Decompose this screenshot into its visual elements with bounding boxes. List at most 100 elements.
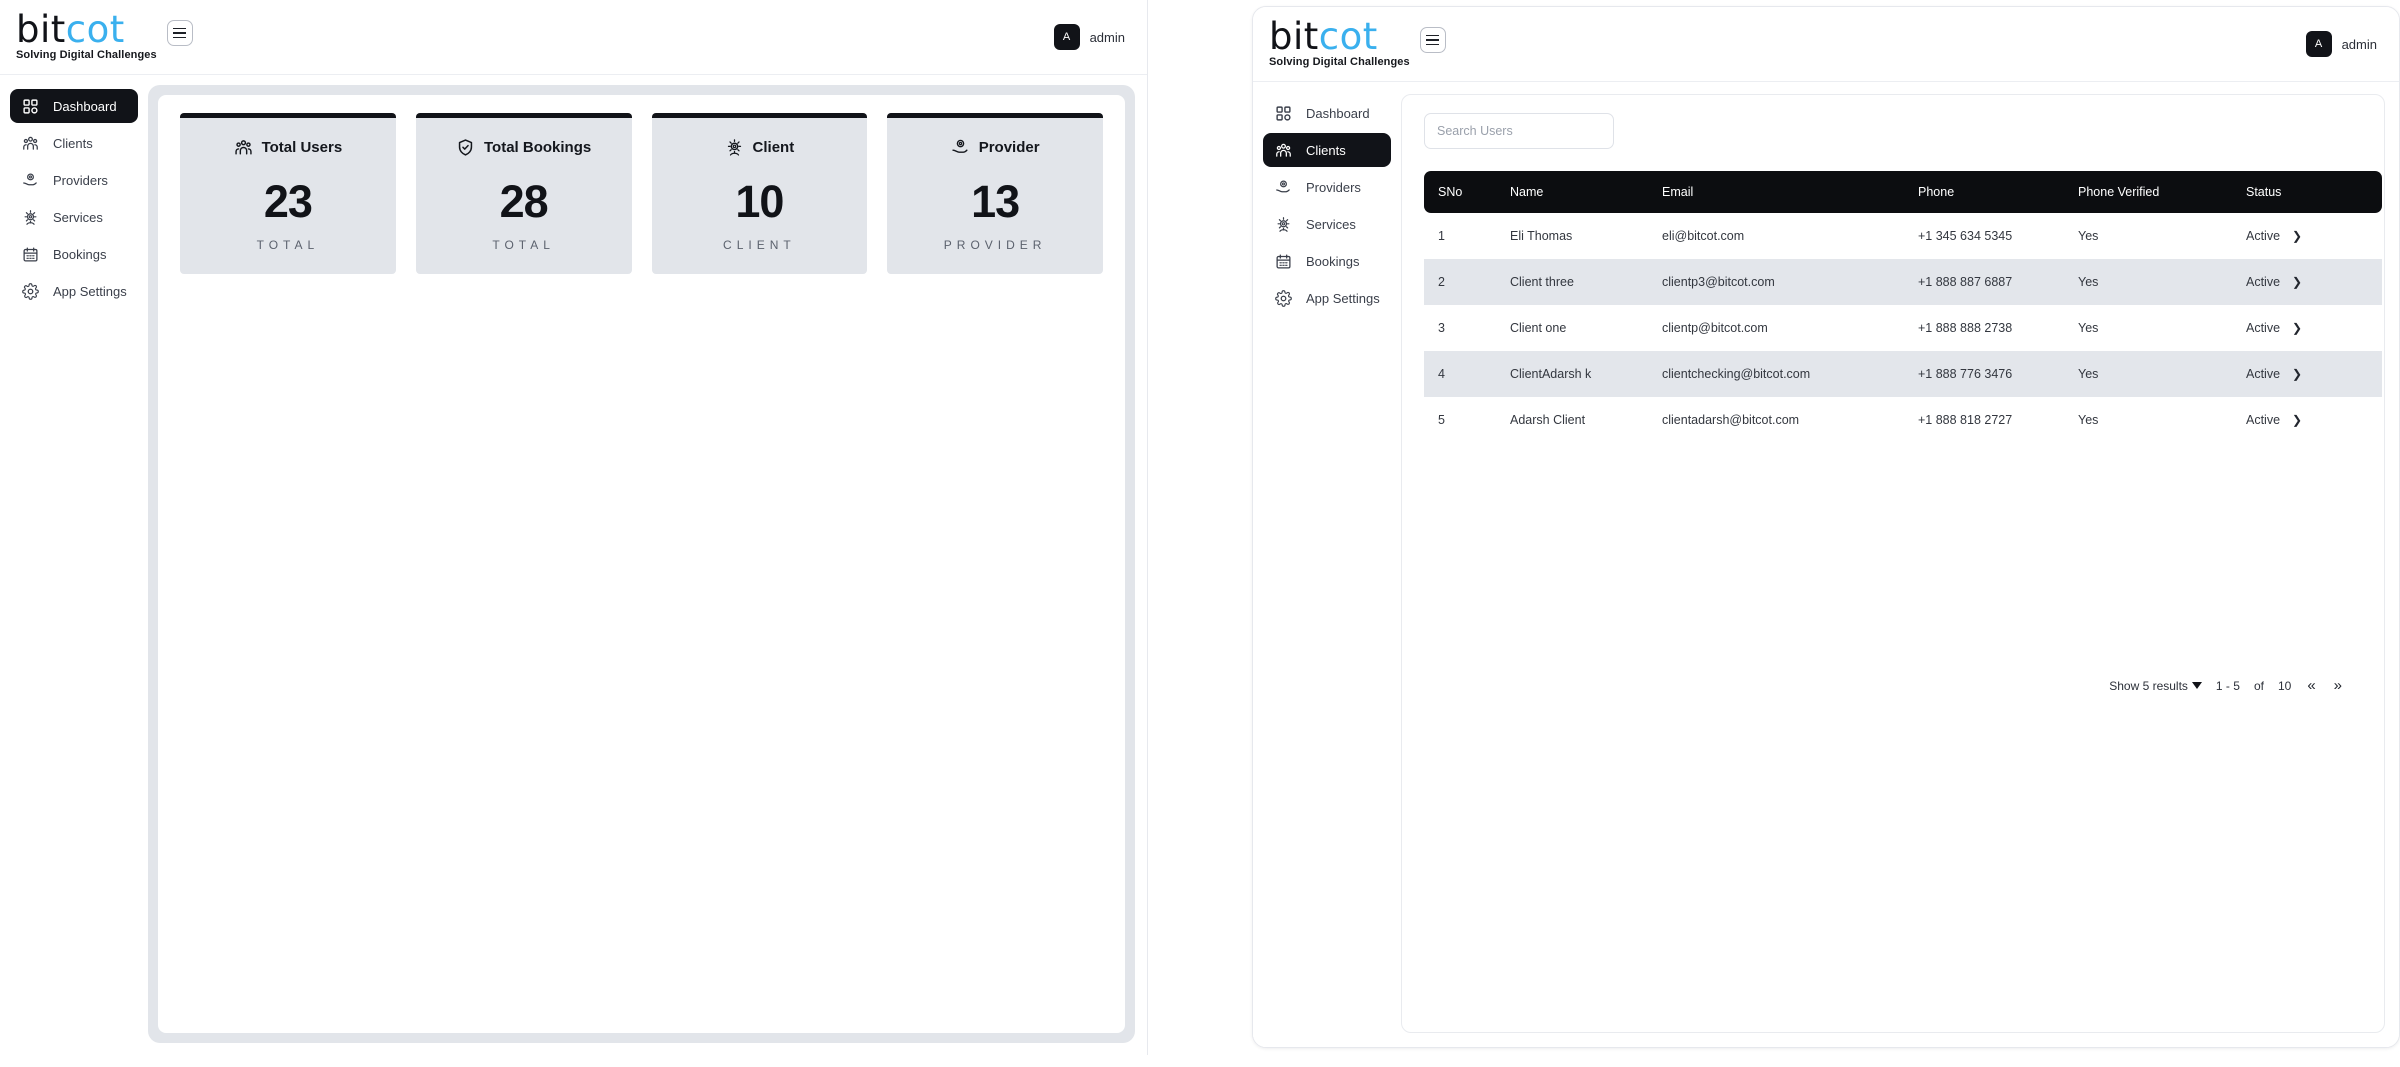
brand-logo: bitcot Solving Digital Challenges [1269,18,1410,68]
column-header-status[interactable]: Status [2232,171,2382,213]
chevron-right-icon[interactable]: ❯ [2292,367,2302,381]
sidebar-item-providers[interactable]: Providers [10,163,138,197]
user-menu[interactable]: A admin [2305,31,2377,57]
chevron-right-icon[interactable]: ❯ [2292,229,2302,243]
clients-body: Dashboard Clients Providers Services Boo [1253,82,2399,1047]
shield-check-icon [458,139,473,156]
sidebar-item-clients[interactable]: Clients [10,126,138,160]
next-page-button[interactable]: » [2332,677,2344,694]
sidebar-item-label: Providers [1306,179,1361,195]
rows-per-page-dropdown[interactable]: Show 5 results [2109,679,2202,693]
calendar-icon [23,246,38,262]
users-panel: SNo Name Email Phone Phone Verified Stat… [1401,94,2385,1033]
column-header-sno[interactable]: SNo [1424,171,1496,213]
sidebar-item-dashboard[interactable]: Dashboard [10,89,138,123]
cell-name: Eli Thomas [1510,229,1573,243]
cell-status: Active ❯ [2232,259,2382,305]
cell-sno: 5 [1438,413,1445,427]
cell-email: clientadarsh@bitcot.com [1662,413,1800,427]
status-badge: Active [2246,321,2281,335]
sidebar-item-label: Dashboard [53,98,117,114]
sidebar-item-label: Clients [1306,142,1346,158]
cell-status: Active ❯ [2232,213,2382,259]
chevron-right-icon[interactable]: ❯ [2292,275,2302,289]
user-menu[interactable]: A admin [1053,24,1125,50]
hamburger-icon[interactable] [1419,27,1446,53]
status-badge: Active [2246,275,2281,289]
gear-icon [22,282,39,300]
column-header-email[interactable]: Email [1648,171,1904,213]
cell-phone-verified: Yes [2078,229,2099,243]
sidebar-item-app-settings[interactable]: App Settings [10,274,138,308]
column-header-phone-verified[interactable]: Phone Verified [2064,171,2232,213]
grid-icon [23,98,38,114]
stat-card-title: Client [752,139,795,156]
dashboard-body: Dashboard Clients Providers Services Boo [0,75,1147,1055]
gear-people-icon [1277,216,1290,232]
search-input[interactable] [1424,113,1614,149]
provider-hand-icon [1276,179,1290,192]
status-badge: Active [2246,413,2281,427]
brand-logo: bitcot Solving Digital Challenges [16,11,157,61]
table-row[interactable]: 2 Client three clientp3@bitcot.com +1 88… [1424,259,2382,305]
sidebar-item-label: App Settings [53,283,127,299]
sidebar-item-services[interactable]: Services [10,200,138,234]
stat-card-header: Total Users [190,138,386,157]
sidebar-item-label: Services [53,209,103,225]
sidebar-item-services[interactable]: Services [1263,207,1391,241]
stat-card-total-users: Total Users 23 TOTAL [180,113,396,274]
stat-card-value: 23 [263,176,313,227]
stat-card-value: 10 [735,176,784,227]
chevron-right-icon[interactable]: ❯ [2292,413,2302,427]
page-of-label: of [2253,678,2264,693]
sidebar-item-bookings[interactable]: Bookings [10,237,138,271]
table-row[interactable]: 5 Adarsh Client clientadarsh@bitcot.com … [1424,397,2382,443]
table-body: 1 Eli Thomas eli@bitcot.com +1 345 634 5… [1424,213,2382,443]
stat-card-label: PROVIDER [943,238,1047,252]
top-bar: bitcot Solving Digital Challenges A admi… [1253,7,2399,82]
sidebar-item-label: App Settings [1306,290,1380,306]
column-header-phone[interactable]: Phone [1904,171,2064,213]
page-range: 1 - 5 [2215,678,2240,693]
sidebar-item-dashboard[interactable]: Dashboard [1263,96,1391,130]
dashboard-window: bitcot Solving Digital Challenges A admi… [0,0,1148,1055]
people-group-icon [234,140,252,155]
sidebar-item-providers[interactable]: Providers [1263,170,1391,204]
cell-status: Active ❯ [2232,305,2382,351]
screenshot-root: bitcot Solving Digital Challenges A admi… [0,0,2400,1067]
chevron-down-icon [2191,682,2202,689]
cell-phone-verified: Yes [2078,321,2099,335]
provider-hand-icon [23,172,37,185]
stat-card-client: Client 10 CLIENT [651,113,868,274]
cell-status: Active ❯ [2232,397,2382,443]
cell-name: ClientAdarsh k [1496,351,1648,397]
cell-phone: +1 888 888 2738 [1918,321,2013,335]
table-row[interactable]: 1 Eli Thomas eli@bitcot.com +1 345 634 5… [1424,213,2382,259]
sidebar-item-clients[interactable]: Clients [1263,133,1391,167]
sidebar-item-label: Services [1306,216,1356,232]
cell-email: eli@bitcot.com [1662,229,1745,243]
stat-card-header: Provider [897,138,1093,157]
hamburger-icon[interactable] [166,20,193,46]
status-badge: Active [2246,229,2281,243]
pagination: Show 5 results 1 - 5 of 10 « » [1424,677,2362,694]
table-row[interactable]: 4 ClientAdarsh k clientchecking@bitcot.c… [1424,351,2382,397]
cell-phone: +1 888 887 6887 [1904,259,2064,305]
brand-tagline: Solving Digital Challenges [1269,55,1410,68]
sidebar-item-bookings[interactable]: Bookings [1263,244,1391,278]
cell-phone-verified: Yes [2064,351,2232,397]
prev-page-button[interactable]: « [2305,677,2317,694]
column-header-name[interactable]: Name [1496,171,1648,213]
chevron-right-icon[interactable]: ❯ [2292,321,2302,335]
sidebar-left: Dashboard Clients Providers Services Boo [0,75,148,1055]
table-header: SNo Name Email Phone Phone Verified Stat… [1424,171,2382,213]
grid-icon [1276,105,1291,121]
stat-card-label: TOTAL [256,238,320,252]
brand-tagline: Solving Digital Challenges [16,48,157,61]
stat-card-label: CLIENT [723,238,796,252]
users-content: SNo Name Email Phone Phone Verified Stat… [1401,82,2399,1047]
table-row[interactable]: 3 Client one clientp@bitcot.com +1 888 8… [1424,305,2382,351]
sidebar-item-label: Dashboard [1306,105,1370,121]
sidebar-item-app-settings[interactable]: App Settings [1263,281,1391,315]
gear-people-icon [727,139,741,156]
